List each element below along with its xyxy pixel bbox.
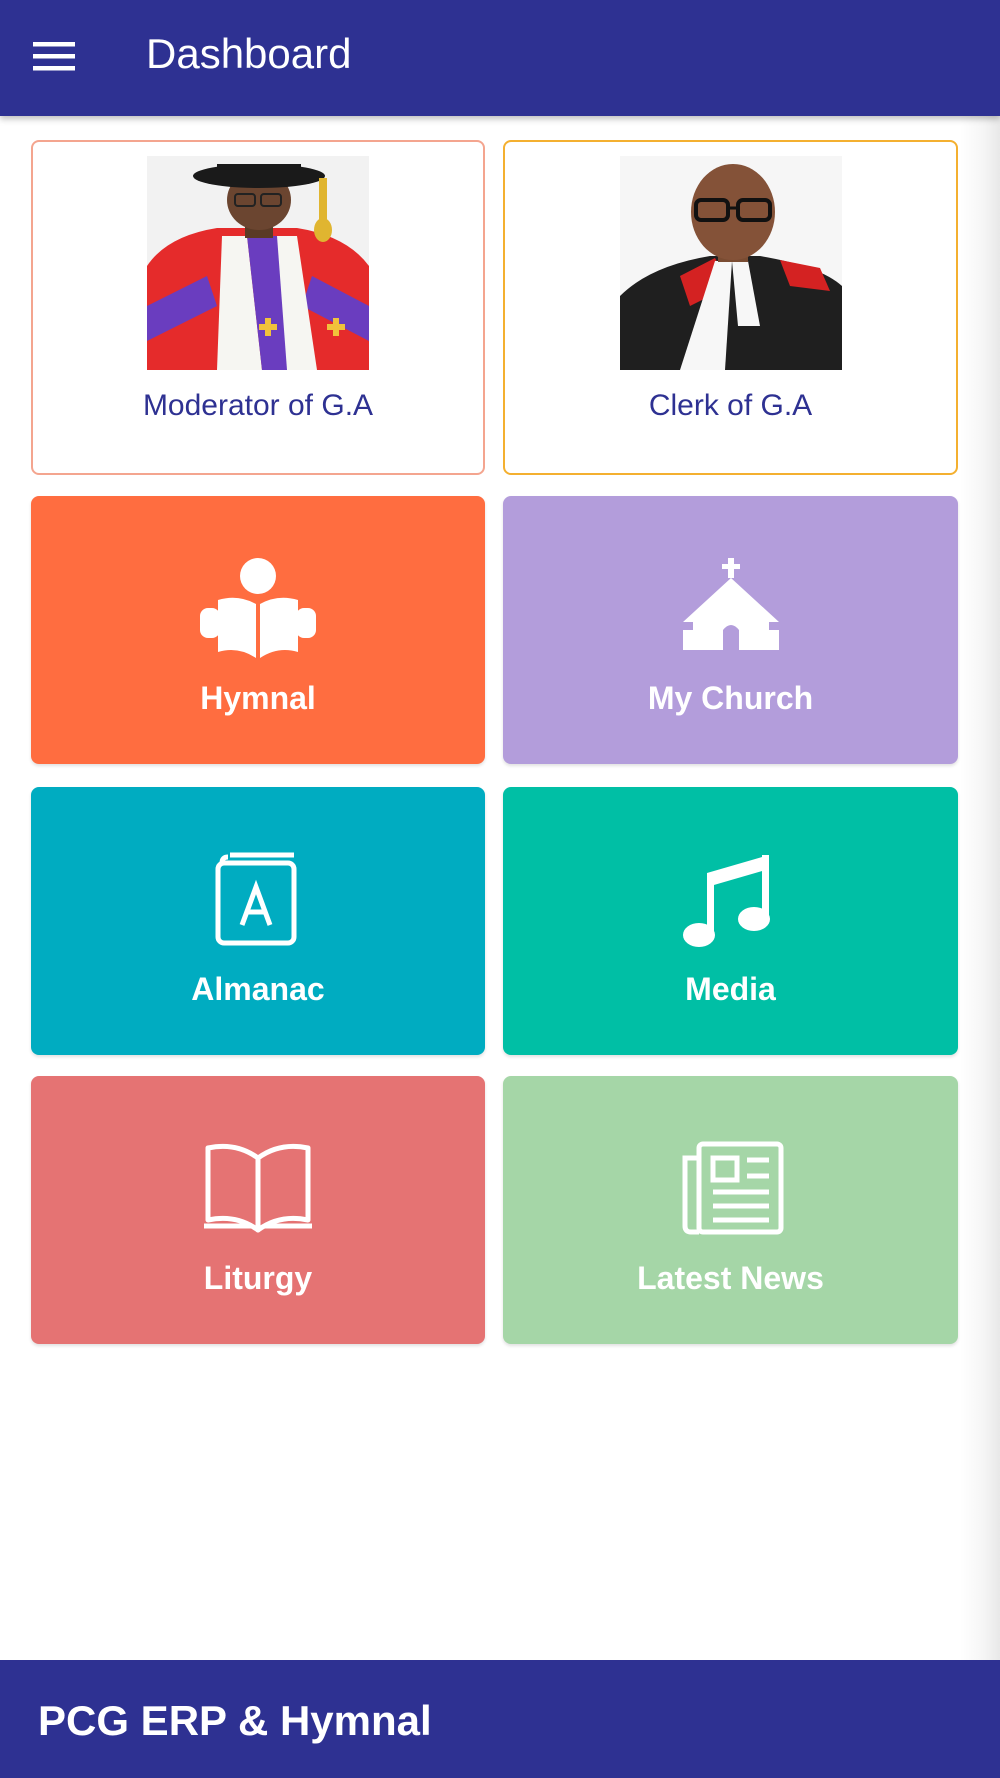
hamburger-menu-icon bbox=[33, 42, 75, 71]
media-tile[interactable]: Media bbox=[503, 787, 958, 1055]
latest-news-tile[interactable]: Latest News bbox=[503, 1076, 958, 1344]
latest-news-label: Latest News bbox=[637, 1260, 824, 1296]
liturgy-tile[interactable]: Liturgy bbox=[31, 1076, 485, 1344]
page-title: Dashboard bbox=[146, 30, 352, 77]
almanac-tile[interactable]: Almanac bbox=[31, 787, 485, 1055]
reading-person-icon bbox=[196, 558, 320, 658]
almanac-book-icon bbox=[196, 849, 320, 949]
clerk-portrait bbox=[619, 156, 842, 370]
almanac-label: Almanac bbox=[191, 971, 325, 1007]
scroll-edge-shadow bbox=[960, 116, 1000, 1660]
church-icon bbox=[669, 558, 793, 658]
moderator-card[interactable]: Moderator of G.A bbox=[31, 140, 485, 475]
my-church-tile[interactable]: My Church bbox=[503, 496, 958, 764]
newspaper-icon bbox=[669, 1138, 793, 1238]
menu-button[interactable] bbox=[30, 36, 78, 76]
media-label: Media bbox=[685, 971, 776, 1007]
clerk-title: Clerk of G.A bbox=[648, 389, 813, 422]
hymnal-label: Hymnal bbox=[200, 680, 316, 716]
music-note-icon bbox=[669, 849, 793, 949]
moderator-portrait bbox=[147, 156, 369, 370]
clerk-card[interactable]: Clerk of G.A bbox=[503, 140, 958, 475]
footer-bar: PCG ERP & Hymnal bbox=[0, 1660, 1000, 1778]
hymnal-tile[interactable]: Hymnal bbox=[31, 496, 485, 764]
footer-title: PCG ERP & Hymnal bbox=[38, 1697, 432, 1744]
my-church-label: My Church bbox=[647, 680, 814, 716]
open-book-icon bbox=[196, 1138, 320, 1238]
moderator-title: Moderator of G.A bbox=[142, 389, 374, 422]
liturgy-label: Liturgy bbox=[203, 1260, 313, 1296]
app-bar: Dashboard bbox=[0, 0, 1000, 116]
